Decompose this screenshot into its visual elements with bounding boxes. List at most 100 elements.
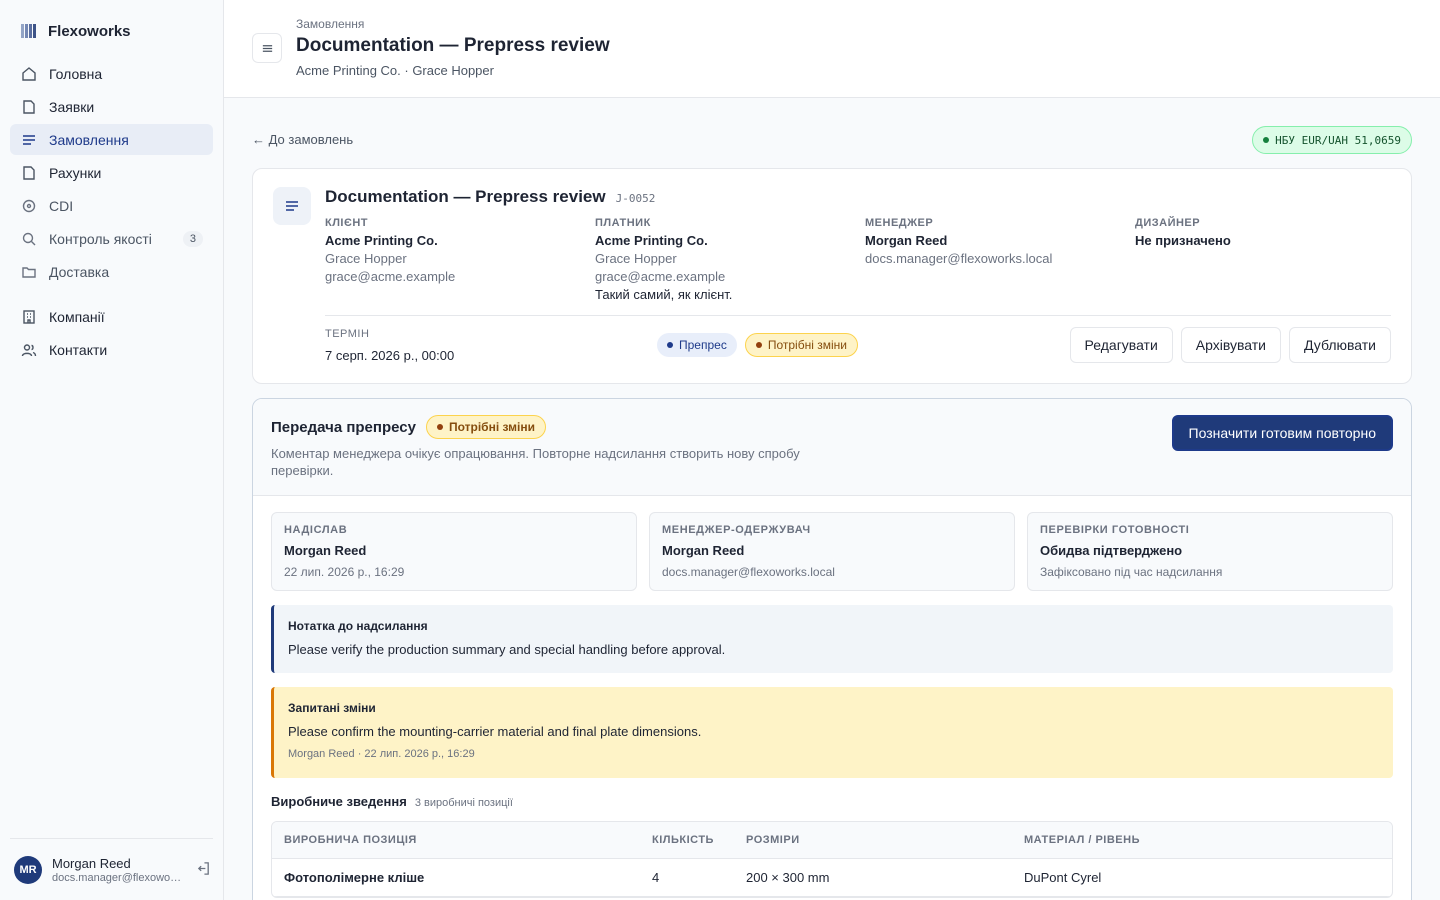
deadline-label: ТЕРМІН — [325, 328, 370, 340]
manager-block: МЕНЕДЖЕР Morgan Reed docs.manager@flexow… — [865, 217, 1125, 266]
sidebar-item-cdi[interactable]: CDI — [10, 190, 213, 221]
manager-email: docs.manager@flexoworks.local — [865, 251, 1053, 266]
home-icon — [20, 65, 37, 82]
sidebar-item-label: CDI — [49, 197, 74, 214]
order-card: Documentation — Prepress review J-0052 К… — [252, 168, 1412, 384]
table-row[interactable]: Фотополімерне кліше 4 200 × 300 mm DuPon… — [272, 859, 1392, 897]
client-company: Acme Printing Co. — [325, 233, 438, 248]
payer-email: grace@acme.example — [595, 269, 726, 284]
archive-button[interactable]: Архівувати — [1180, 327, 1281, 363]
recipient-email: docs.manager@flexoworks.local — [662, 565, 835, 579]
recipient-name: Morgan Reed — [662, 543, 745, 558]
manager-name: Morgan Reed — [865, 233, 948, 248]
sidebar-item-invoices[interactable]: Рахунки — [10, 157, 213, 188]
duplicate-button[interactable]: Дублювати — [1289, 327, 1391, 363]
status-dot — [667, 342, 673, 348]
search-icon — [20, 230, 37, 247]
recipient-label: МЕНЕДЖЕР-ОДЕРЖУВАЧ — [662, 524, 811, 536]
page-title: Documentation — Prepress review — [296, 35, 610, 56]
prepress-description: Коментар менеджера очікує опрацювання. П… — [271, 446, 800, 478]
exchange-rate-badge: НБУ EUR/UAH 51,0659 — [1252, 126, 1412, 154]
sidebar-item-label: Заявки — [49, 98, 95, 115]
prepress-card: Передача препресу Потрібні зміни Комента… — [252, 398, 1412, 900]
client-contact: Grace Hopper — [325, 251, 407, 266]
client-block: КЛІЄНТ Acme Printing Co. Grace Hopper gr… — [325, 217, 585, 284]
status-dot — [1263, 137, 1270, 143]
payer-contact: Grace Hopper — [595, 251, 677, 266]
sidebar-item-label: Компанії — [49, 308, 105, 325]
sent-by-date: 22 лип. 2026 р., 16:29 — [284, 565, 405, 579]
exchange-rate-text: НБУ EUR/UAH 51,0659 — [1275, 133, 1401, 147]
sidebar-item-label: Контроль якості — [49, 230, 152, 247]
page-header: Замовлення Documentation — Prepress revi… — [224, 0, 1440, 98]
users-icon — [20, 341, 37, 358]
status-dot — [755, 342, 762, 348]
sidebar-item-label: Контакти — [49, 341, 108, 358]
sidebar-item-orders[interactable]: Замовлення — [10, 124, 213, 155]
sidebar-item-label: Доставка — [49, 263, 110, 280]
client-email: grace@acme.example — [325, 269, 456, 284]
requested-changes-meta: Morgan Reed · 22 лип. 2026 р., 16:29 — [288, 748, 475, 760]
building-icon — [20, 308, 37, 325]
requested-changes: Запитані зміни Please confirm the mounti… — [271, 687, 1393, 778]
recipient-box: МЕНЕДЖЕР-ОДЕРЖУВАЧ Morgan Reed docs.mana… — [649, 512, 1015, 591]
order-title: Documentation — Prepress review — [325, 187, 606, 206]
sidebar-item-contacts[interactable]: Контакти — [10, 334, 213, 365]
prepress-title: Передача препресу — [271, 418, 416, 436]
payer-label: ПЛАТНИК — [595, 217, 651, 229]
column-header: РОЗМІРИ — [746, 834, 800, 846]
order-title-row: Documentation — Prepress review J-0052 — [325, 187, 655, 207]
summary-title: Виробниче зведення — [271, 794, 407, 809]
brand-name: Flexoworks — [48, 22, 131, 40]
sent-by-label: НАДІСЛАВ — [284, 524, 348, 536]
stage-badge: Препрес — [657, 333, 737, 357]
production-summary-table: ВИРОБНИЧА ПОЗИЦІЯ КІЛЬКІСТЬ РОЗМІРИ МАТЕ… — [271, 821, 1393, 898]
count-badge: 3 — [182, 230, 203, 247]
readiness-checks-box: ПЕРЕВІРКИ ГОТОВНОСТІ Обидва підтверджено… — [1027, 512, 1393, 591]
deadline-value: 7 серп. 2026 р., 00:00 — [325, 348, 455, 363]
status-badges: Препрес Потрібні зміни — [657, 333, 858, 357]
item-cell: Фотополімерне кліше — [284, 870, 425, 885]
submission-note: Нотатка до надсилання Please verify the … — [271, 605, 1393, 673]
checks-value: Обидва підтверджено — [1040, 543, 1183, 558]
designer-name: Не призначено — [1135, 233, 1231, 248]
table-header: ВИРОБНИЧА ПОЗИЦІЯ КІЛЬКІСТЬ РОЗМІРИ МАТЕ… — [272, 822, 1392, 859]
sidebar-item-requests[interactable]: Заявки — [10, 91, 213, 122]
folder-icon — [20, 263, 37, 280]
submission-note-text: Please verify the production summary and… — [288, 642, 726, 657]
sent-by-name: Morgan Reed — [284, 543, 367, 558]
requested-changes-title: Запитані зміни — [288, 701, 376, 715]
manager-label: МЕНЕДЖЕР — [865, 217, 934, 229]
deadline-block: ТЕРМІН 7 серп. 2026 р., 00:00 — [325, 328, 454, 363]
payer-block: ПЛАТНИК Acme Printing Co. Grace Hopper g… — [595, 217, 855, 302]
sidebar-item-delivery[interactable]: Доставка — [10, 256, 213, 287]
production-summary-heading: Виробниче зведення 3 виробничі позиції — [271, 794, 513, 809]
back-to-orders-link[interactable]: ← До замовлень — [252, 132, 353, 147]
sidebar-nav: Головна Заявки Замовлення Рахунки CDI Ко… — [10, 58, 213, 367]
breadcrumb[interactable]: Замовлення — [296, 17, 364, 31]
prepress-header: Передача препресу Потрібні зміни Комента… — [253, 399, 1411, 496]
user-panel: MR Morgan Reed docs.manager@flexoworks.l… — [10, 838, 213, 900]
sidebar-item-companies[interactable]: Компанії — [10, 301, 213, 332]
sidebar-item-quality[interactable]: Контроль якості 3 — [10, 223, 213, 254]
logout-icon[interactable] — [196, 861, 211, 879]
size-cell: 200 × 300 mm — [746, 870, 830, 885]
quantity-cell: 4 — [652, 870, 660, 885]
mark-ready-again-button[interactable]: Позначити готовим повторно — [1171, 415, 1393, 451]
order-code: J-0052 — [615, 192, 656, 205]
file-icon — [20, 164, 37, 181]
summary-count: 3 виробничі позиції — [414, 797, 513, 809]
column-header: МАТЕРІАЛ / РІВЕНЬ — [1024, 834, 1140, 846]
list-icon — [20, 131, 37, 148]
edit-button[interactable]: Редагувати — [1069, 327, 1173, 363]
payer-company: Acme Printing Co. — [595, 233, 708, 248]
column-header: КІЛЬКІСТЬ — [652, 834, 714, 846]
sent-by-box: НАДІСЛАВ Morgan Reed 22 лип. 2026 р., 16… — [271, 512, 637, 591]
designer-label: ДИЗАЙНЕР — [1135, 217, 1201, 229]
brand[interactable]: Flexoworks — [20, 22, 131, 40]
sidebar-item-home[interactable]: Головна — [10, 58, 213, 89]
menu-toggle-button[interactable] — [252, 33, 282, 63]
prepress-title-row: Передача препресу Потрібні зміни — [271, 415, 546, 439]
avatar[interactable]: MR — [14, 855, 42, 884]
status-badge: Потрібні зміни — [425, 415, 546, 439]
